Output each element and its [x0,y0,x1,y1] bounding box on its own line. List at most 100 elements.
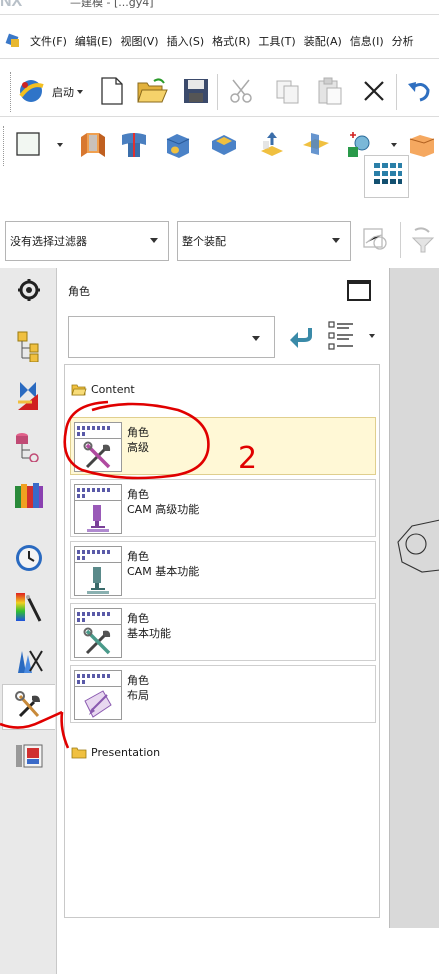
extrude-button[interactable] [74,127,110,163]
resource-tab-settings[interactable] [2,268,55,314]
visualization-icon [14,591,44,628]
app-menu-icon[interactable] [4,32,22,50]
cam-basic-icon [83,565,113,595]
cut-button[interactable] [224,74,260,110]
view-options-button[interactable] [327,320,375,352]
block-button[interactable] [406,127,439,163]
selection-filter-icon [360,223,392,258]
toolbar-grip[interactable] [10,72,13,112]
folder-label: Presentation [91,746,161,759]
extrude-icon [77,129,107,162]
menu-information[interactable]: 信息(I) [346,33,388,49]
offset-face-button[interactable] [254,127,290,163]
role-item-advanced[interactable]: 角色 高级 [70,417,376,475]
folder-presentation[interactable]: Presentation [71,746,160,759]
menu-tools[interactable]: 工具(T) [254,33,299,49]
filter-reset-button[interactable] [405,222,439,258]
menu-file[interactable]: 文件(F) [26,33,71,49]
tools-icon [83,627,113,657]
shell-icon [209,129,239,162]
undo-button[interactable] [401,74,437,110]
open-button[interactable] [134,74,170,110]
revolve-button[interactable] [116,127,152,163]
role-thumbnail [74,608,122,658]
cut-icon [229,78,255,107]
delete-button[interactable] [356,74,392,110]
toolbar-grip[interactable] [3,126,6,166]
role-category-select[interactable] [68,316,275,358]
divider [0,14,439,15]
role-item-basic[interactable]: 角色 基本功能 [70,603,376,661]
hole-button[interactable] [160,127,196,163]
block-icon [406,129,435,162]
folder-label: Content [91,383,135,396]
web-browser-icon [14,741,44,774]
selection-scope-select[interactable]: 整个装配 [177,221,351,261]
general-selection-filter-button[interactable] [358,222,394,258]
role-name: 角色 [127,674,149,687]
menu-edit[interactable]: 编辑(E) [71,33,117,49]
start-button[interactable]: 启动 [16,74,92,110]
copy-icon [275,78,301,107]
resource-tab-process-studio[interactable] [2,638,55,684]
roles-list: Content 角色 高级 角色 CAM 高级功能 角色 CAM 基本功能 角色… [64,364,380,918]
role-item-cam-basic[interactable]: 角色 CAM 基本功能 [70,541,376,599]
resource-tab-assembly-navigator[interactable] [2,324,55,370]
divider [400,222,401,258]
resource-tab-part-navigator[interactable] [2,424,55,470]
shell-button[interactable] [206,127,242,163]
role-description: 基本功能 [127,627,171,640]
resource-tab-constraint-navigator[interactable] [2,374,55,420]
window-title: —建模 - [...gy4] [70,0,154,9]
chevron-down-icon [332,238,340,243]
resource-tab-web-browser[interactable] [2,734,55,780]
resource-tab-history[interactable] [2,536,55,582]
datum-plane-icon [301,129,331,162]
paste-button[interactable] [312,74,348,110]
menu-analysis[interactable]: 分析 [388,33,418,49]
maximize-icon[interactable] [347,280,371,301]
divider [0,58,439,59]
role-description: 高级 [127,441,149,454]
copy-button[interactable] [270,74,306,110]
type-filter-select[interactable]: 没有选择过滤器 [5,221,169,261]
divider [396,74,397,110]
resource-tab-reuse-library[interactable] [2,474,55,520]
grid-icon [374,163,402,194]
chevron-down-icon[interactable] [391,143,397,147]
menu-view[interactable]: 视图(V) [116,33,162,49]
return-arrow-icon [288,328,314,351]
save-button[interactable] [178,74,214,110]
chevron-down-icon [369,334,375,338]
toolbar-options-popup[interactable] [364,155,409,198]
selection-scope-value: 整个装配 [182,235,226,248]
menu-format[interactable]: 格式(R) [208,33,254,49]
roles-icon [14,690,44,725]
role-thumbnail [74,484,122,534]
folder-icon [71,747,87,759]
menu-assembly[interactable]: 装配(A) [300,33,346,49]
sketch-button[interactable] [10,127,46,163]
reuse-library-icon [13,480,45,515]
role-item-cam-advanced[interactable]: 角色 CAM 高级功能 [70,479,376,537]
new-button[interactable] [94,74,130,110]
resource-tab-roles[interactable] [2,684,55,730]
graphics-window[interactable] [389,268,439,928]
folder-content[interactable]: Content [71,383,135,396]
chevron-down-icon[interactable] [57,143,63,147]
role-name: 角色 [127,488,149,501]
process-studio-icon [14,645,44,678]
resource-bar [0,268,57,974]
tools-icon [83,441,113,471]
cam-advanced-icon [83,503,113,533]
datum-plane-button[interactable] [298,127,334,163]
role-name: 角色 [127,550,149,563]
menu-insert[interactable]: 插入(S) [163,33,209,49]
role-description: 布局 [127,689,149,702]
model-geometry-icon [392,516,439,579]
role-item-layout[interactable]: 角色 布局 [70,665,376,723]
paste-icon [317,77,343,108]
back-button[interactable] [288,326,314,348]
resource-tab-visualization[interactable] [2,586,55,632]
role-thumbnail [74,422,122,472]
